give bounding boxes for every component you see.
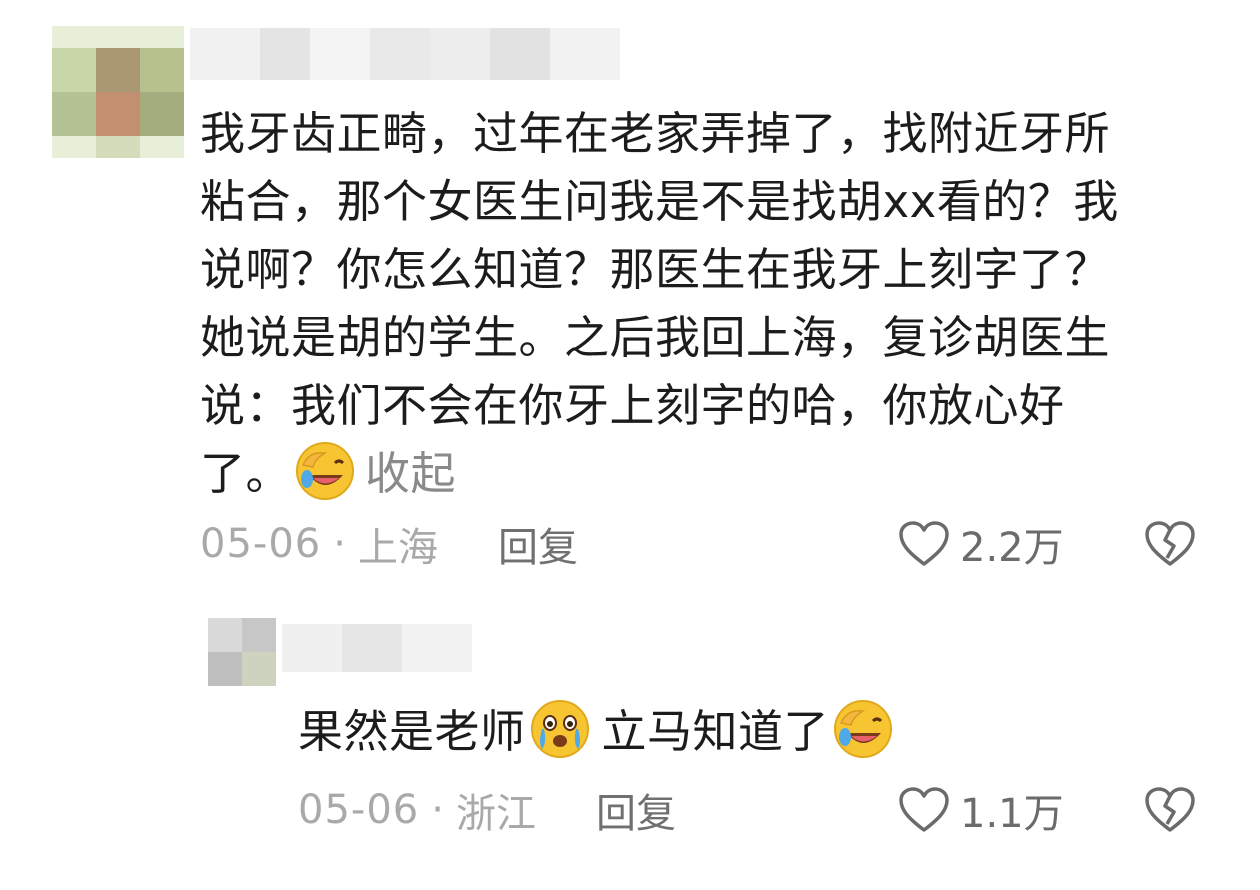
comment-line: 我牙齿正畸，过年在老家弄掉了，找附近牙所 [200,107,1111,160]
comment-location: 上海 [357,525,438,571]
reply-text-part2: 立马知道了 [601,705,830,758]
reply-text-part1: 果然是老师 [298,705,526,758]
like-count: 1.1万 [960,791,1064,837]
facepalm-laugh-emoji [834,700,893,758]
comment-line: 说：我们不会在你牙上刻字的哈，你放心好 [200,379,1065,432]
like-button[interactable]: 2.2万 [898,514,1064,574]
username-blurred[interactable] [190,28,620,88]
collapse-link[interactable]: 收起 [365,447,456,500]
comment-line: 说啊？你怎么知道？那医生在我牙上刻字了？ [200,243,1111,296]
comment-line: 她说是胡的学生。之后我回上海，复诊胡医生 [200,311,1111,364]
reply-text: 果然是老师 立马知道了 [298,698,897,766]
reply-avatar[interactable] [208,618,276,686]
heart-icon [899,521,949,566]
reply-username-blurred[interactable] [282,624,472,672]
comment-meta: 05-06 · 上海 回复 [200,514,578,574]
comment-text: 我牙齿正畸，过年在老家弄掉了，找附近牙所 粘合，那个女医生问我是不是找胡xx看的… [200,100,1210,508]
crying-face-emoji [530,700,589,758]
meta-separator: · [333,521,346,567]
like-button[interactable]: 1.1万 [898,780,1064,840]
reply-location: 浙江 [455,791,536,837]
heart-icon [899,787,949,832]
reply-button[interactable]: 回复 [498,515,578,573]
meta-separator: · [431,787,444,833]
comment-date: 05-06 [200,521,322,567]
comment-line: 粘合，那个女医生问我是不是找胡xx看的？我 [200,175,1119,228]
comment-line: 了。 [200,447,292,500]
reply-meta: 05-06 · 浙江 回复 [298,780,676,840]
comment-last-line: 了。 收起 [200,440,1210,508]
avatar[interactable] [52,26,184,158]
facepalm-laugh-emoji [296,442,355,500]
reply-date: 05-06 [298,787,420,833]
like-count: 2.2万 [960,525,1064,571]
broken-heart-icon[interactable] [1144,786,1196,834]
broken-heart-icon[interactable] [1144,520,1196,568]
reply-button[interactable]: 回复 [596,781,676,839]
